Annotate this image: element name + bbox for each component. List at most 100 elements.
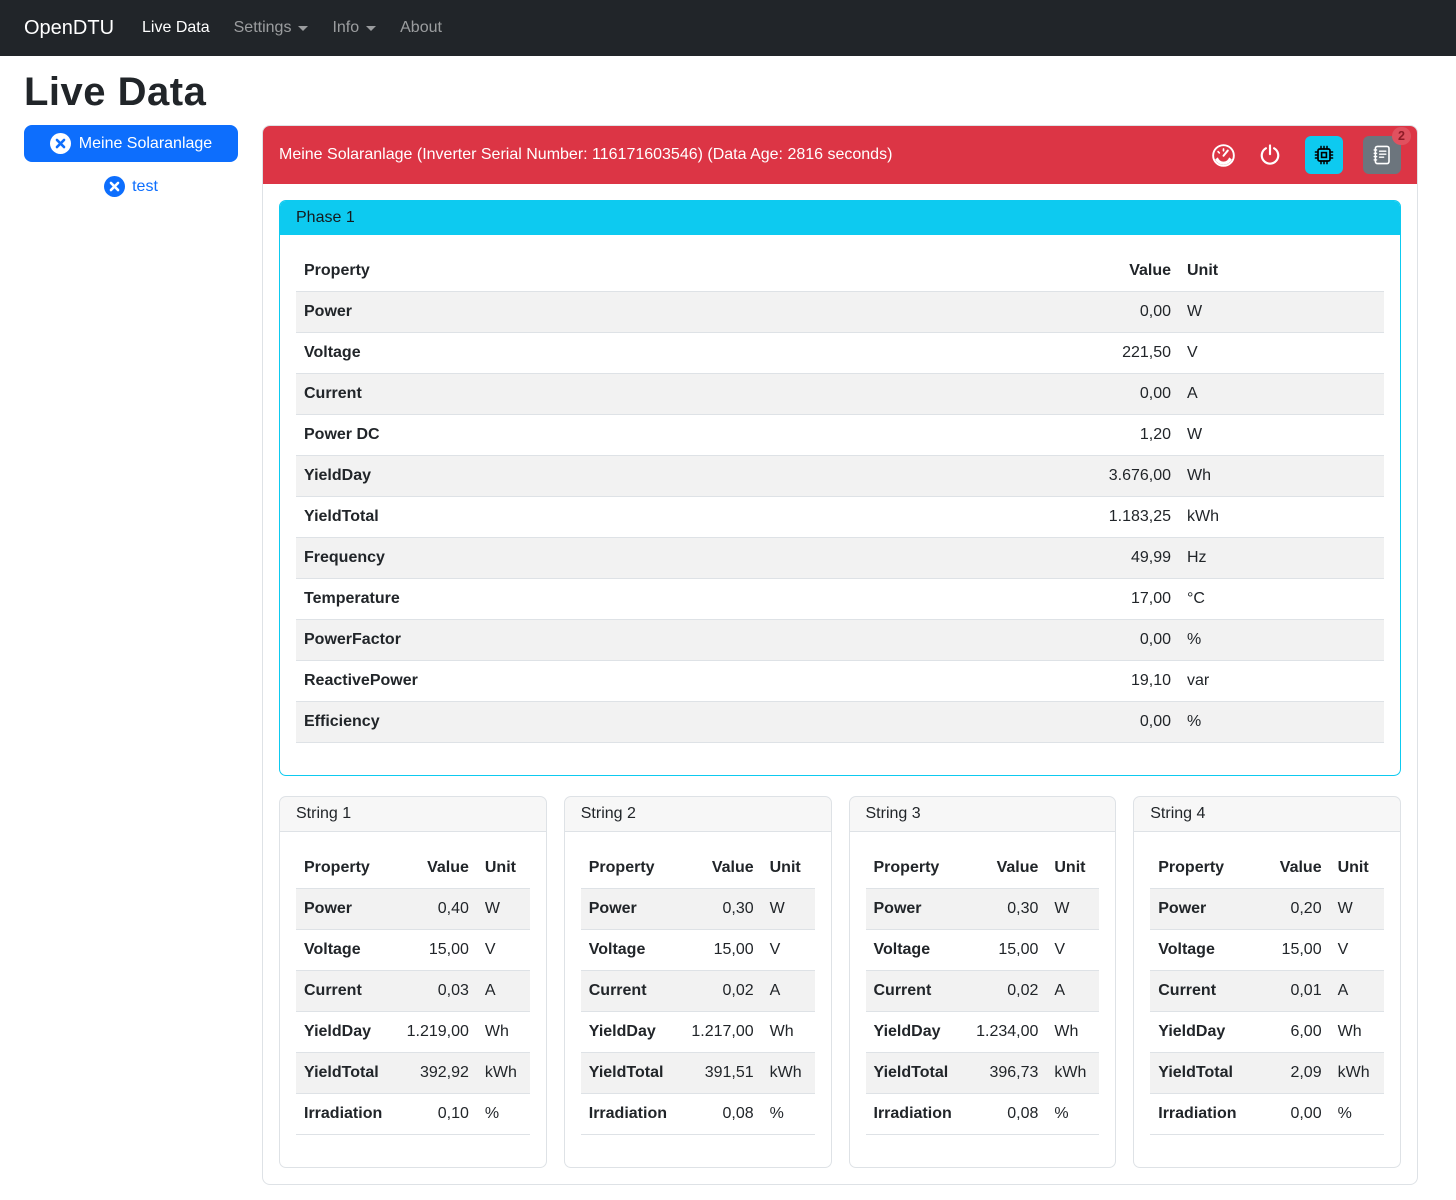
property-cell: Current bbox=[581, 971, 675, 1012]
table-row: YieldDay3.676,00Wh bbox=[296, 456, 1384, 497]
unit-cell: kWh bbox=[1330, 1053, 1384, 1094]
property-cell: ReactivePower bbox=[296, 661, 847, 702]
string-table: PropertyValueUnitPower0,40WVoltage15,00V… bbox=[296, 848, 530, 1135]
limit-settings-button[interactable] bbox=[1206, 138, 1241, 173]
unit-cell: A bbox=[762, 971, 815, 1012]
x-circle-icon[interactable] bbox=[104, 176, 125, 197]
unit-cell: kWh bbox=[762, 1053, 815, 1094]
unit-cell: V bbox=[477, 930, 530, 971]
inverter-sidebar: Meine Solaranlage test bbox=[24, 125, 238, 197]
value-cell: 0,01 bbox=[1244, 971, 1329, 1012]
table-row: Power0,20W bbox=[1150, 889, 1384, 930]
string-card-title: String 4 bbox=[1134, 797, 1400, 832]
column-header: Unit bbox=[762, 848, 815, 889]
inverter-card: Meine Solaranlage (Inverter Serial Numbe… bbox=[262, 125, 1418, 1185]
table-row: YieldTotal1.183,25kWh bbox=[296, 497, 1384, 538]
unit-cell: % bbox=[1330, 1094, 1384, 1135]
column-header: Value bbox=[1244, 848, 1329, 889]
brand-logo[interactable]: OpenDTU bbox=[24, 17, 114, 40]
unit-cell: Wh bbox=[762, 1012, 815, 1053]
inverter-card-header: Meine Solaranlage (Inverter Serial Numbe… bbox=[263, 126, 1417, 184]
unit-cell: W bbox=[1179, 415, 1384, 456]
property-cell: YieldDay bbox=[296, 1012, 390, 1053]
table-row: YieldTotal2,09kWh bbox=[1150, 1053, 1384, 1094]
table-row: YieldDay1.217,00Wh bbox=[581, 1012, 815, 1053]
column-header: Value bbox=[960, 848, 1047, 889]
property-cell: Current bbox=[1150, 971, 1244, 1012]
property-cell: Voltage bbox=[296, 333, 847, 374]
property-cell: YieldDay bbox=[1150, 1012, 1244, 1053]
property-cell: YieldTotal bbox=[296, 1053, 390, 1094]
table-row: Power0,00W bbox=[296, 292, 1384, 333]
value-cell: 1.183,25 bbox=[847, 497, 1179, 538]
power-control-button[interactable] bbox=[1253, 138, 1287, 172]
table-row: YieldTotal391,51kWh bbox=[581, 1053, 815, 1094]
column-header: Unit bbox=[477, 848, 530, 889]
value-cell: 49,99 bbox=[847, 538, 1179, 579]
inverter-test-link[interactable]: test bbox=[104, 176, 158, 197]
value-cell: 6,00 bbox=[1244, 1012, 1329, 1053]
nav-item-label: Settings bbox=[234, 19, 292, 37]
value-cell: 17,00 bbox=[847, 579, 1179, 620]
unit-cell: A bbox=[1330, 971, 1384, 1012]
property-cell: Irradiation bbox=[1150, 1094, 1244, 1135]
value-cell: 1.217,00 bbox=[675, 1012, 762, 1053]
table-row: Irradiation0,08% bbox=[581, 1094, 815, 1135]
property-cell: Irradiation bbox=[581, 1094, 675, 1135]
value-cell: 0,30 bbox=[675, 889, 762, 930]
page-title: Live Data bbox=[24, 70, 1418, 115]
event-log-button[interactable]: 2 bbox=[1363, 136, 1401, 174]
property-cell: PowerFactor bbox=[296, 620, 847, 661]
inverter-card-body: Phase 1 PropertyValueUnitPower0,00WVolta… bbox=[263, 184, 1417, 1184]
table-row: ReactivePower19,10var bbox=[296, 661, 1384, 702]
unit-cell: Hz bbox=[1179, 538, 1384, 579]
value-cell: 392,92 bbox=[390, 1053, 477, 1094]
phase-card-body: PropertyValueUnitPower0,00WVoltage221,50… bbox=[280, 235, 1400, 775]
property-cell: YieldTotal bbox=[866, 1053, 960, 1094]
unit-cell: kWh bbox=[477, 1053, 530, 1094]
table-row: YieldDay1.219,00Wh bbox=[296, 1012, 530, 1053]
table-row: YieldTotal392,92kWh bbox=[296, 1053, 530, 1094]
table-row: YieldDay6,00Wh bbox=[1150, 1012, 1384, 1053]
table-row: Current0,02A bbox=[581, 971, 815, 1012]
property-cell: Current bbox=[296, 374, 847, 415]
unit-cell: V bbox=[1179, 333, 1384, 374]
value-cell: 0,00 bbox=[847, 374, 1179, 415]
unit-cell: % bbox=[477, 1094, 530, 1135]
table-row: Power0,40W bbox=[296, 889, 530, 930]
nav-item-live-data[interactable]: Live Data bbox=[134, 11, 218, 45]
unit-cell: var bbox=[1179, 661, 1384, 702]
unit-cell: V bbox=[762, 930, 815, 971]
table-row: Irradiation0,00% bbox=[1150, 1094, 1384, 1135]
value-cell: 0,00 bbox=[847, 292, 1179, 333]
column-header: Unit bbox=[1046, 848, 1099, 889]
property-cell: Voltage bbox=[1150, 930, 1244, 971]
nav-item-about[interactable]: About bbox=[392, 11, 450, 45]
nav-item-settings[interactable]: Settings bbox=[226, 11, 317, 45]
table-row: YieldDay1.234,00Wh bbox=[866, 1012, 1100, 1053]
value-cell: 0,08 bbox=[960, 1094, 1047, 1135]
table-header-row: PropertyValueUnit bbox=[581, 848, 815, 889]
column-header: Value bbox=[675, 848, 762, 889]
nav-item-label: Info bbox=[332, 19, 359, 37]
page-container: Live Data Meine Solaranlage bbox=[0, 70, 1456, 1195]
nav-item-info[interactable]: Info bbox=[324, 11, 384, 45]
table-row: Power DC1,20W bbox=[296, 415, 1384, 456]
unit-cell: W bbox=[1330, 889, 1384, 930]
property-cell: YieldDay bbox=[866, 1012, 960, 1053]
phase-table: PropertyValueUnitPower0,00WVoltage221,50… bbox=[296, 251, 1384, 743]
unit-cell: W bbox=[1179, 292, 1384, 333]
inverter-select-button[interactable]: Meine Solaranlage bbox=[24, 125, 238, 162]
property-cell: YieldTotal bbox=[581, 1053, 675, 1094]
property-cell: Temperature bbox=[296, 579, 847, 620]
device-info-button[interactable] bbox=[1305, 136, 1343, 174]
value-cell: 2,09 bbox=[1244, 1053, 1329, 1094]
column-header: Unit bbox=[1179, 251, 1384, 292]
table-row: Voltage15,00V bbox=[296, 930, 530, 971]
phase-card-title: Phase 1 bbox=[280, 201, 1400, 235]
value-cell: 0,00 bbox=[847, 702, 1179, 743]
x-circle-icon[interactable] bbox=[50, 133, 71, 154]
column-header: Unit bbox=[1330, 848, 1384, 889]
property-cell: Voltage bbox=[581, 930, 675, 971]
table-row: Irradiation0,10% bbox=[296, 1094, 530, 1135]
